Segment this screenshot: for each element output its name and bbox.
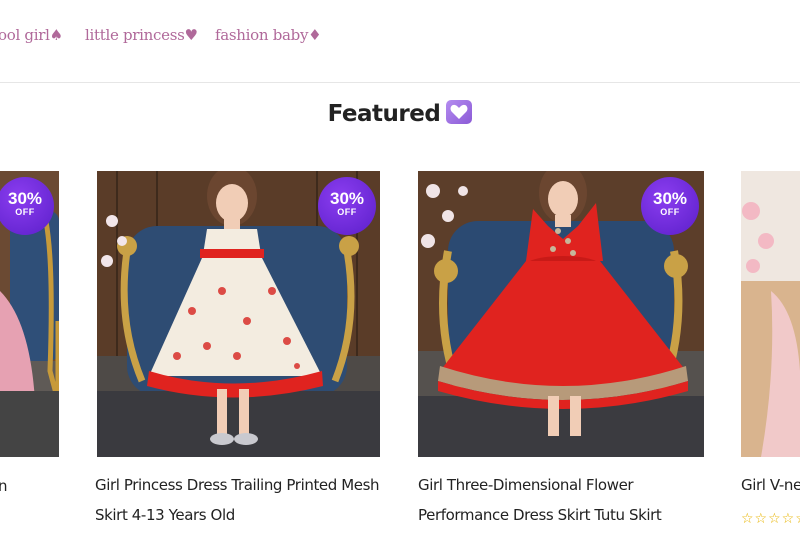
- product-card[interactable]: 30% OFF Girl Three-Dimensional Flower Pe…: [418, 171, 704, 531]
- nav-link-fashion-baby[interactable]: fashion baby♦: [215, 26, 322, 44]
- product-title[interactable]: n: [0, 471, 8, 501]
- product-title[interactable]: Girl V-ne: [741, 470, 800, 500]
- section-heading: Featured: [0, 100, 800, 127]
- nav-link-little-princess[interactable]: little princess♥: [85, 26, 198, 44]
- nav-link-cool-girl[interactable]: ool girl♠: [0, 26, 63, 44]
- product-title-line: Skirt 4-13 Years Old: [95, 506, 235, 524]
- product-title-line: Girl Three-Dimensional Flower: [418, 476, 634, 494]
- product-image[interactable]: [741, 171, 800, 457]
- product-card[interactable]: 30% OFF n: [0, 171, 59, 551]
- product-title-line: Performance Dress Skirt Tutu Skirt: [418, 506, 662, 524]
- rating-stars: ☆☆☆☆☆: [741, 511, 800, 527]
- product-card[interactable]: 30% OFF Girl Princess Dress Trailing Pri…: [95, 171, 380, 531]
- product-title[interactable]: Girl Three-Dimensional Flower Performanc…: [418, 470, 662, 530]
- heart-icon: [446, 100, 473, 124]
- discount-badge: 30% OFF: [318, 177, 376, 235]
- top-navigation: ool girl♠ little princess♥ fashion baby♦: [0, 0, 800, 83]
- product-card[interactable]: Girl V-ne ☆☆☆☆☆: [741, 171, 800, 531]
- discount-badge: 30% OFF: [641, 177, 699, 235]
- product-title-line: Girl Princess Dress Trailing Printed Mes…: [95, 476, 380, 494]
- section-title: Featured: [327, 101, 441, 127]
- product-title[interactable]: Girl Princess Dress Trailing Printed Mes…: [95, 470, 380, 530]
